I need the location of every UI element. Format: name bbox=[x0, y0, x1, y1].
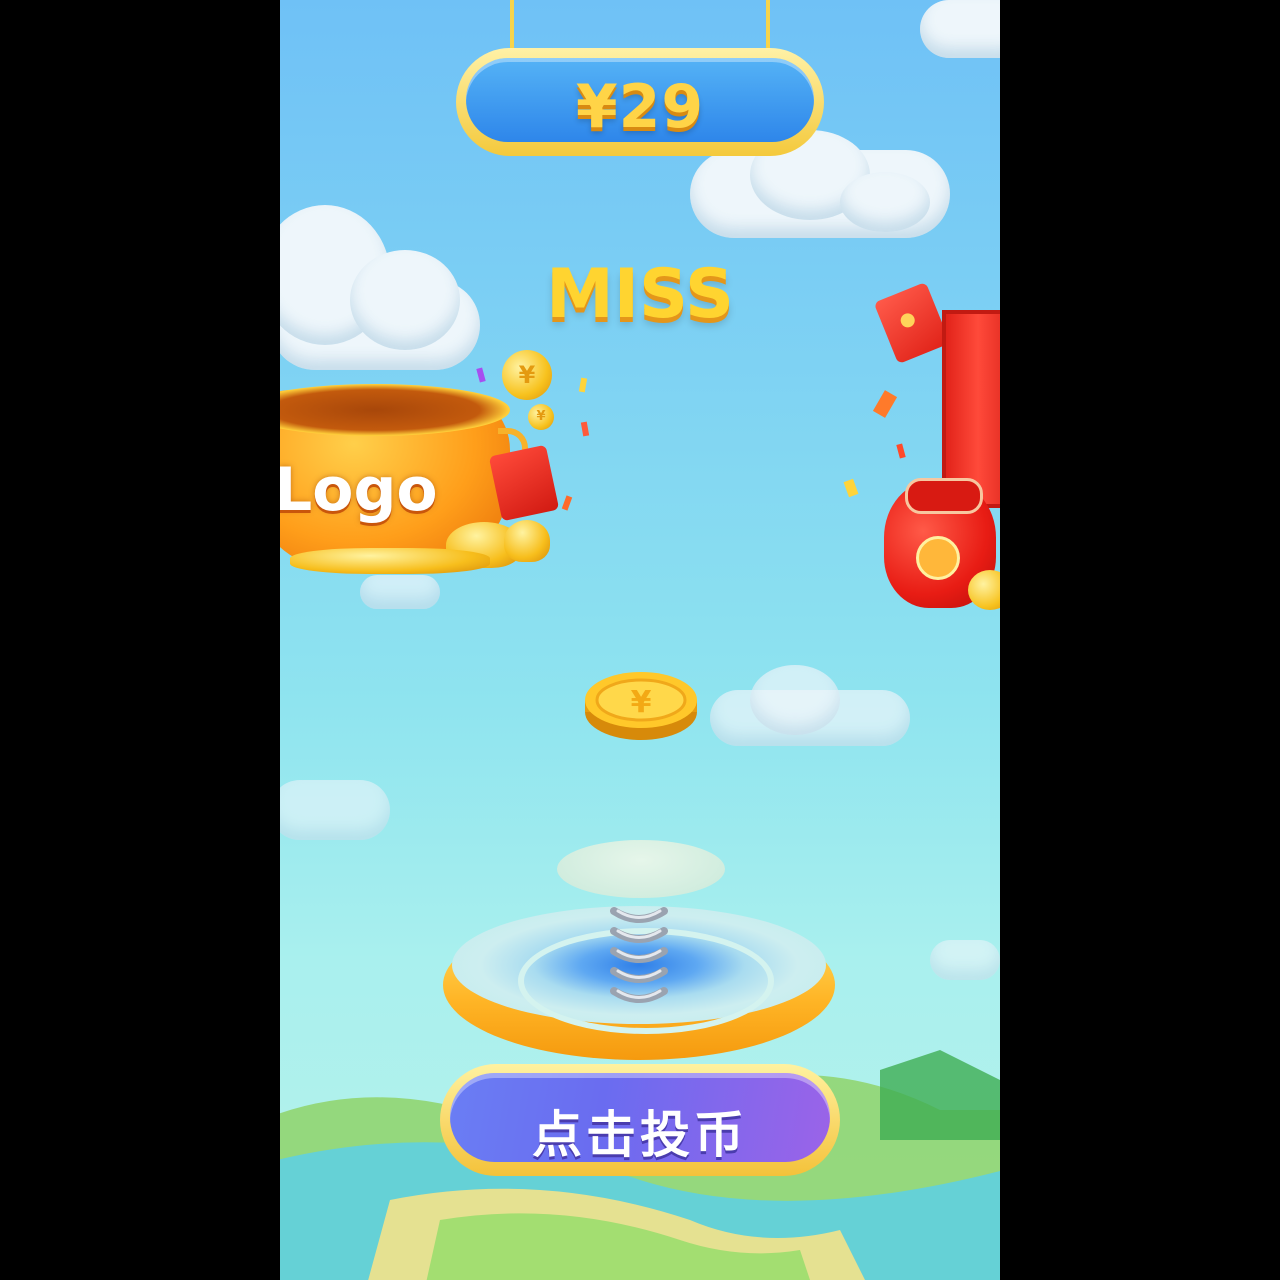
game-screen: ¥29 MISS Logo ¥ ¥ ¥ 点击投币 bbox=[280, 0, 1000, 1280]
lucky-bag-emblem bbox=[916, 536, 960, 580]
gold-coin-icon: ¥ bbox=[585, 672, 697, 740]
logo-text: Logo bbox=[280, 455, 438, 525]
gold-ingot-icon bbox=[504, 520, 550, 562]
prize-board-panel: ¥29 bbox=[466, 58, 814, 142]
coin-symbol: ¥ bbox=[631, 685, 652, 720]
lucky-bag-tie bbox=[905, 478, 983, 514]
gold-coin-icon: ¥ bbox=[502, 350, 552, 400]
insert-coin-button[interactable]: 点击投币 bbox=[440, 1064, 840, 1176]
cloud bbox=[840, 172, 930, 232]
cloud bbox=[750, 665, 840, 735]
red-envelope-icon bbox=[488, 444, 560, 522]
insert-coin-label: 点击投币 bbox=[532, 1106, 748, 1164]
cloud bbox=[360, 575, 440, 609]
confetti bbox=[872, 390, 898, 418]
spring-launcher-icon bbox=[610, 907, 668, 1003]
confetti bbox=[561, 495, 573, 511]
gold-ingot-icon bbox=[290, 548, 490, 574]
gold-coin-icon: ¥ bbox=[528, 404, 554, 430]
cloud bbox=[930, 940, 1000, 980]
prize-board: ¥29 bbox=[456, 48, 824, 156]
insert-coin-button-face[interactable]: 点击投币 bbox=[450, 1073, 830, 1164]
confetti bbox=[476, 367, 486, 383]
confetti bbox=[896, 443, 906, 459]
spring-plate bbox=[557, 840, 725, 898]
cloud bbox=[920, 0, 1000, 58]
prize-amount: ¥29 bbox=[575, 72, 705, 142]
confetti bbox=[843, 478, 859, 498]
cloud bbox=[280, 780, 390, 840]
confetti bbox=[578, 377, 588, 393]
confetti bbox=[580, 421, 590, 437]
gold-coin-icon bbox=[968, 570, 1000, 610]
